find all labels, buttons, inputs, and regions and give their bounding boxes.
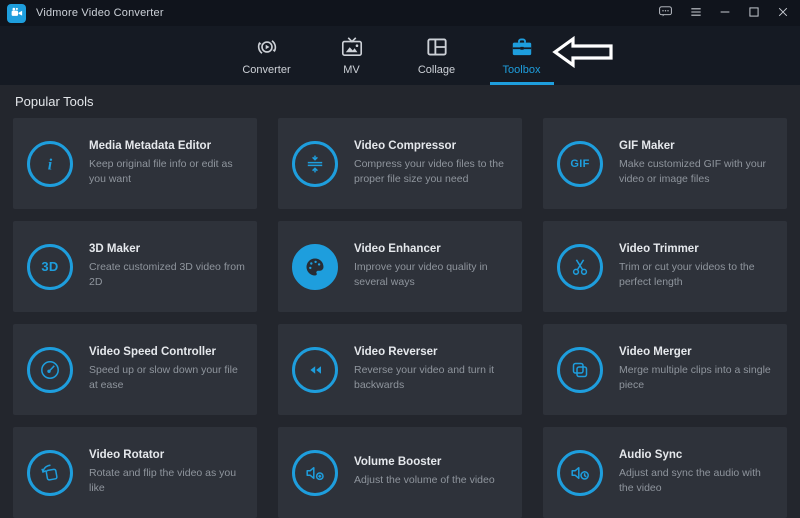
tab-label: MV [343,64,360,76]
tool-card-3d-maker[interactable]: 3D 3D Maker Create customized 3D video fro… [13,221,257,312]
tabs-group: Converter MV Collage Toolbox [237,26,552,85]
window-controls [657,4,790,22]
tab-converter[interactable]: Converter [237,26,297,85]
tool-card-video-trimmer[interactable]: Video Trimmer Trim or cut your videos to … [543,221,787,312]
tab-collage[interactable]: Collage [407,26,467,85]
speedometer-icon [27,347,73,393]
tool-title: Video Merger [619,346,777,358]
minimize-button[interactable] [718,5,732,22]
gif-badge-icon: GIF [557,141,603,187]
tab-toolbox[interactable]: Toolbox [492,26,552,85]
app-title: Vidmore Video Converter [36,7,164,19]
converter-icon [254,33,280,61]
maximize-icon [747,5,761,22]
tool-description: Keep original file info or edit as you w… [89,157,247,187]
tool-card-media-metadata-editor[interactable]: i Media Metadata Editor Keep original file… [13,118,257,209]
mv-icon [339,33,365,61]
tool-title: GIF Maker [619,140,777,152]
tool-card-gif-maker[interactable]: GIF GIF Maker Make customized GIF with you… [543,118,787,209]
tool-description: Reverse your video and turn it backwards [354,363,512,393]
maximize-button[interactable] [747,5,761,22]
tool-title: Video Reverser [354,346,512,358]
titlebar: Vidmore Video Converter [0,0,800,26]
close-button[interactable] [776,5,790,22]
compress-icon [292,141,338,187]
collage-icon [424,33,450,61]
audio-sync-icon [557,450,603,496]
page-title: Popular Tools [15,94,787,109]
tool-title: Video Compressor [354,140,512,152]
app-logo [7,4,26,23]
tool-title: Video Speed Controller [89,346,247,358]
scissors-icon [557,244,603,290]
toolbox-panel: Popular Tools i Media Metadata Editor Keep… [0,85,800,518]
feedback-button[interactable] [657,4,674,22]
tool-card-video-merger[interactable]: Video Merger Merge multiple clips into a … [543,324,787,415]
close-icon [776,5,790,22]
tool-title: 3D Maker [89,243,247,255]
tool-card-video-compressor[interactable]: Video Compressor Compress your video file… [278,118,522,209]
tool-description: Make customized GIF with your video or i… [619,157,777,187]
rewind-icon [292,347,338,393]
tab-label: Collage [418,64,455,76]
tool-card-video-rotator[interactable]: Video Rotator Rotate and flip the video a… [13,427,257,518]
tool-card-video-enhancer[interactable]: Video Enhancer Improve your video quality… [278,221,522,312]
tool-card-audio-sync[interactable]: Audio Sync Adjust and sync the audio with… [543,427,787,518]
tool-card-video-reverser[interactable]: Video Reverser Reverse your video and tur… [278,324,522,415]
tool-title: Video Rotator [89,449,247,461]
feedback-icon [657,4,674,22]
menu-button[interactable] [689,5,703,22]
tool-title: Audio Sync [619,449,777,461]
volume-plus-icon [292,450,338,496]
tool-description: Compress your video files to the proper … [354,157,512,187]
tool-description: Adjust and sync the audio with the video [619,466,777,496]
tool-description: Merge multiple clips into a single piece [619,363,777,393]
tab-mv[interactable]: MV [322,26,382,85]
tool-description: Adjust the volume of the video [354,473,495,488]
tool-card-volume-booster[interactable]: Volume Booster Adjust the volume of the v… [278,427,522,518]
tool-title: Volume Booster [354,456,495,468]
arrow-left-icon [552,34,614,70]
tool-card-video-speed-controller[interactable]: Video Speed Controller Speed up or slow d… [13,324,257,415]
3d-badge-icon: 3D [27,244,73,290]
tools-grid: i Media Metadata Editor Keep original file… [13,118,787,518]
toolbox-icon [509,33,535,61]
tool-description: Improve your video quality in several wa… [354,260,512,290]
minimize-icon [718,5,732,22]
merge-icon [557,347,603,393]
palette-icon [292,244,338,290]
tab-label: Toolbox [503,64,541,76]
tab-label: Converter [242,64,290,76]
tool-description: Trim or cut your videos to the perfect l… [619,260,777,290]
tool-description: Speed up or slow down your file at ease [89,363,247,393]
tool-title: Media Metadata Editor [89,140,247,152]
main-navigation: Converter MV Collage Toolbox [0,26,800,85]
info-icon: i [27,141,73,187]
svg-text:i: i [48,156,53,173]
tool-description: Rotate and flip the video as you like [89,466,247,496]
hamburger-icon [689,5,703,22]
tool-title: Video Enhancer [354,243,512,255]
tool-title: Video Trimmer [619,243,777,255]
tool-description: Create customized 3D video from 2D [89,260,247,290]
rotate-icon [27,450,73,496]
